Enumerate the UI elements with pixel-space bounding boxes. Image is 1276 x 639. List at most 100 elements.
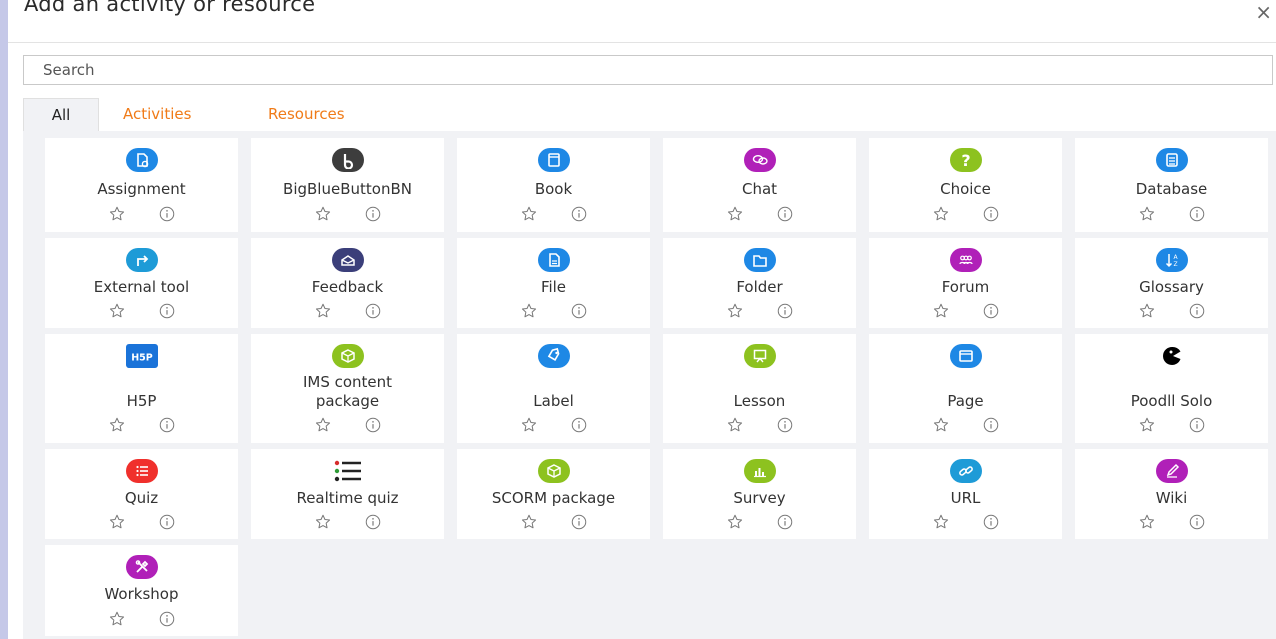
info-circle-icon[interactable] bbox=[157, 301, 177, 321]
info-circle-icon[interactable] bbox=[775, 415, 795, 435]
tile-actions bbox=[45, 415, 238, 435]
info-circle-icon[interactable] bbox=[981, 512, 1001, 532]
star-outline-icon[interactable] bbox=[519, 512, 539, 532]
star-outline-icon[interactable] bbox=[313, 512, 333, 532]
info-circle-icon[interactable] bbox=[363, 415, 383, 435]
activity-tile[interactable]: Feedback bbox=[251, 238, 444, 328]
star-outline-icon[interactable] bbox=[519, 204, 539, 224]
star-outline-icon[interactable] bbox=[931, 512, 951, 532]
activity-name: Workshop bbox=[104, 585, 179, 603]
activity-name: External tool bbox=[93, 278, 190, 296]
quiz-icon bbox=[125, 459, 158, 483]
activity-tile[interactable]: IMS content package bbox=[251, 334, 444, 443]
star-outline-icon[interactable] bbox=[931, 415, 951, 435]
info-circle-icon[interactable] bbox=[157, 415, 177, 435]
activity-tile[interactable]: Wiki bbox=[1075, 449, 1268, 539]
info-circle-icon[interactable] bbox=[363, 301, 383, 321]
activity-tile[interactable]: A Z Glossary bbox=[1075, 238, 1268, 328]
star-outline-icon[interactable] bbox=[107, 512, 127, 532]
info-circle-icon[interactable] bbox=[1187, 415, 1207, 435]
star-outline-icon[interactable] bbox=[725, 512, 745, 532]
star-outline-icon[interactable] bbox=[931, 301, 951, 321]
info-circle-icon[interactable] bbox=[775, 301, 795, 321]
tile-actions bbox=[663, 204, 856, 224]
activity-name: Lesson bbox=[733, 392, 786, 410]
tile-actions bbox=[457, 415, 650, 435]
info-circle-icon[interactable] bbox=[157, 204, 177, 224]
activity-tile[interactable]: URL bbox=[869, 449, 1062, 539]
tile-actions bbox=[251, 415, 444, 435]
star-outline-icon[interactable] bbox=[107, 301, 127, 321]
activity-name: Assignment bbox=[97, 180, 186, 198]
search-input[interactable] bbox=[23, 55, 1273, 85]
star-outline-icon[interactable] bbox=[107, 415, 127, 435]
activity-tile[interactable]: Assignment bbox=[45, 138, 238, 232]
activity-tile[interactable]: Realtime quiz bbox=[251, 449, 444, 539]
info-circle-icon[interactable] bbox=[1187, 301, 1207, 321]
activity-tile[interactable]: Folder bbox=[663, 238, 856, 328]
star-outline-icon[interactable] bbox=[725, 415, 745, 435]
info-circle-icon[interactable] bbox=[569, 512, 589, 532]
activity-tile[interactable]: Lesson bbox=[663, 334, 856, 443]
activity-tile[interactable]: File bbox=[457, 238, 650, 328]
activity-tile[interactable]: Survey bbox=[663, 449, 856, 539]
info-circle-icon[interactable] bbox=[569, 204, 589, 224]
activity-tile[interactable]: Label bbox=[457, 334, 650, 443]
star-outline-icon[interactable] bbox=[519, 301, 539, 321]
tile-actions bbox=[45, 609, 238, 629]
activity-tile[interactable]: SCORM package bbox=[457, 449, 650, 539]
star-outline-icon[interactable] bbox=[313, 204, 333, 224]
info-circle-icon[interactable] bbox=[363, 512, 383, 532]
activity-tile[interactable]: H5P H5P bbox=[45, 334, 238, 443]
tile-actions bbox=[663, 301, 856, 321]
star-outline-icon[interactable] bbox=[107, 204, 127, 224]
activity-tile[interactable]: Forum bbox=[869, 238, 1062, 328]
file-icon bbox=[537, 248, 570, 272]
activity-tile[interactable]: Poodll Solo bbox=[1075, 334, 1268, 443]
info-circle-icon[interactable] bbox=[981, 415, 1001, 435]
book-icon bbox=[537, 148, 570, 172]
info-circle-icon[interactable] bbox=[1187, 204, 1207, 224]
info-circle-icon[interactable] bbox=[157, 512, 177, 532]
tile-actions bbox=[251, 301, 444, 321]
star-outline-icon[interactable] bbox=[931, 204, 951, 224]
activity-name: H5P bbox=[126, 392, 157, 410]
info-circle-icon[interactable] bbox=[775, 204, 795, 224]
info-circle-icon[interactable] bbox=[1187, 512, 1207, 532]
star-outline-icon[interactable] bbox=[107, 609, 127, 629]
tab-resources[interactable]: Resources bbox=[268, 98, 345, 131]
tab-activities[interactable]: Activities bbox=[123, 98, 191, 131]
star-outline-icon[interactable] bbox=[725, 204, 745, 224]
activity-tile[interactable]: BigBlueButtonBN bbox=[251, 138, 444, 232]
svg-text:Z: Z bbox=[1173, 261, 1177, 268]
info-circle-icon[interactable] bbox=[569, 415, 589, 435]
star-outline-icon[interactable] bbox=[313, 301, 333, 321]
info-circle-icon[interactable] bbox=[569, 301, 589, 321]
star-outline-icon[interactable] bbox=[519, 415, 539, 435]
activity-tile[interactable]: Chat bbox=[663, 138, 856, 232]
star-outline-icon[interactable] bbox=[725, 301, 745, 321]
activity-tile[interactable]: Book bbox=[457, 138, 650, 232]
star-outline-icon[interactable] bbox=[1137, 301, 1157, 321]
activity-tile[interactable]: ? Choice bbox=[869, 138, 1062, 232]
info-circle-icon[interactable] bbox=[157, 609, 177, 629]
activity-tile[interactable]: External tool bbox=[45, 238, 238, 328]
close-icon[interactable]: × bbox=[1255, 2, 1272, 22]
activity-tile[interactable]: Workshop bbox=[45, 545, 238, 636]
activity-tile[interactable]: Page bbox=[869, 334, 1062, 443]
star-outline-icon[interactable] bbox=[1137, 415, 1157, 435]
activity-name: SCORM package bbox=[491, 489, 616, 507]
star-outline-icon[interactable] bbox=[313, 415, 333, 435]
info-circle-icon[interactable] bbox=[363, 204, 383, 224]
activity-tile[interactable]: Database bbox=[1075, 138, 1268, 232]
feedback-icon bbox=[331, 248, 364, 272]
svg-text:A: A bbox=[1173, 254, 1178, 261]
star-outline-icon[interactable] bbox=[1137, 512, 1157, 532]
activity-tile[interactable]: Quiz bbox=[45, 449, 238, 539]
tab-all[interactable]: All bbox=[23, 98, 99, 131]
star-outline-icon[interactable] bbox=[1137, 204, 1157, 224]
info-circle-icon[interactable] bbox=[775, 512, 795, 532]
info-circle-icon[interactable] bbox=[981, 204, 1001, 224]
tile-actions bbox=[457, 301, 650, 321]
info-circle-icon[interactable] bbox=[981, 301, 1001, 321]
